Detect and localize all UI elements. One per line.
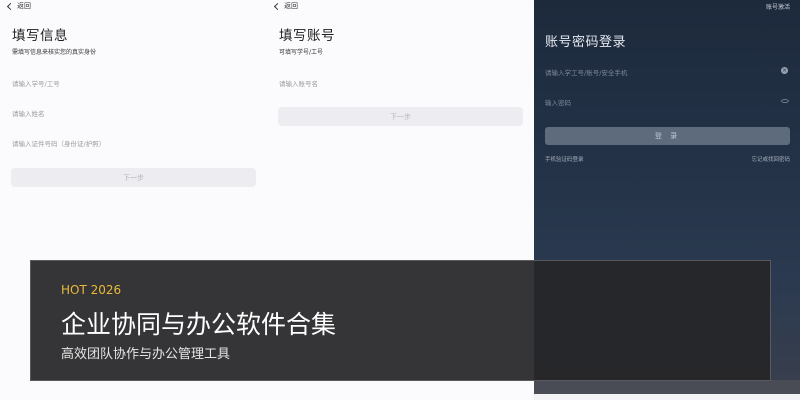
page-subtitle: 可填写学号/工号 — [279, 49, 324, 56]
chevron-left-icon — [273, 2, 282, 10]
account-input[interactable]: 请输入学工号/账号/安全手机 — [545, 67, 627, 77]
page-title: 填写账号 — [279, 28, 335, 44]
account-activate-link[interactable]: 账号激活 — [766, 2, 790, 11]
password-input[interactable]: 输入密码 — [545, 97, 571, 107]
banner-headline: 企业协同与办公软件合集 — [61, 310, 337, 339]
student-id-input[interactable]: 请输入学号/工号 — [12, 78, 60, 88]
banner-tag: HOT 2026 — [61, 283, 122, 297]
back-button[interactable]: 返回 — [6, 1, 31, 11]
background-image — [534, 380, 800, 400]
id-number-input[interactable]: 请输入证件号码（身份证/护照） — [12, 138, 105, 148]
eye-icon[interactable] — [781, 99, 789, 103]
bottom-sheet-edge — [534, 394, 800, 400]
next-step-button[interactable]: 下一步 — [278, 107, 523, 126]
next-step-button[interactable]: 下一步 — [11, 168, 256, 187]
name-input[interactable]: 请输入姓名 — [12, 108, 45, 118]
back-label: 返回 — [17, 2, 31, 10]
banner-subtitle: 高效团队协作与办公管理工具 — [61, 347, 231, 362]
promo-banner: HOT 2026 企业协同与办公软件合集 高效团队协作与办公管理工具 — [30, 260, 771, 381]
sms-login-link[interactable]: 手机验证码登录 — [545, 155, 584, 163]
login-button[interactable]: 登 录 — [545, 127, 790, 145]
account-name-input[interactable]: 请输入账号名 — [279, 78, 318, 88]
page-title: 填写信息 — [12, 28, 68, 44]
back-label: 返回 — [284, 2, 298, 10]
clear-icon[interactable]: × — [781, 67, 788, 74]
login-title: 账号密码登录 — [545, 35, 627, 50]
chevron-left-icon — [6, 2, 15, 10]
back-button[interactable]: 返回 — [273, 1, 298, 11]
page-subtitle: 需填写信息来核实您的真实身份 — [12, 49, 97, 56]
forgot-password-link[interactable]: 忘记或找回密码 — [751, 155, 790, 163]
